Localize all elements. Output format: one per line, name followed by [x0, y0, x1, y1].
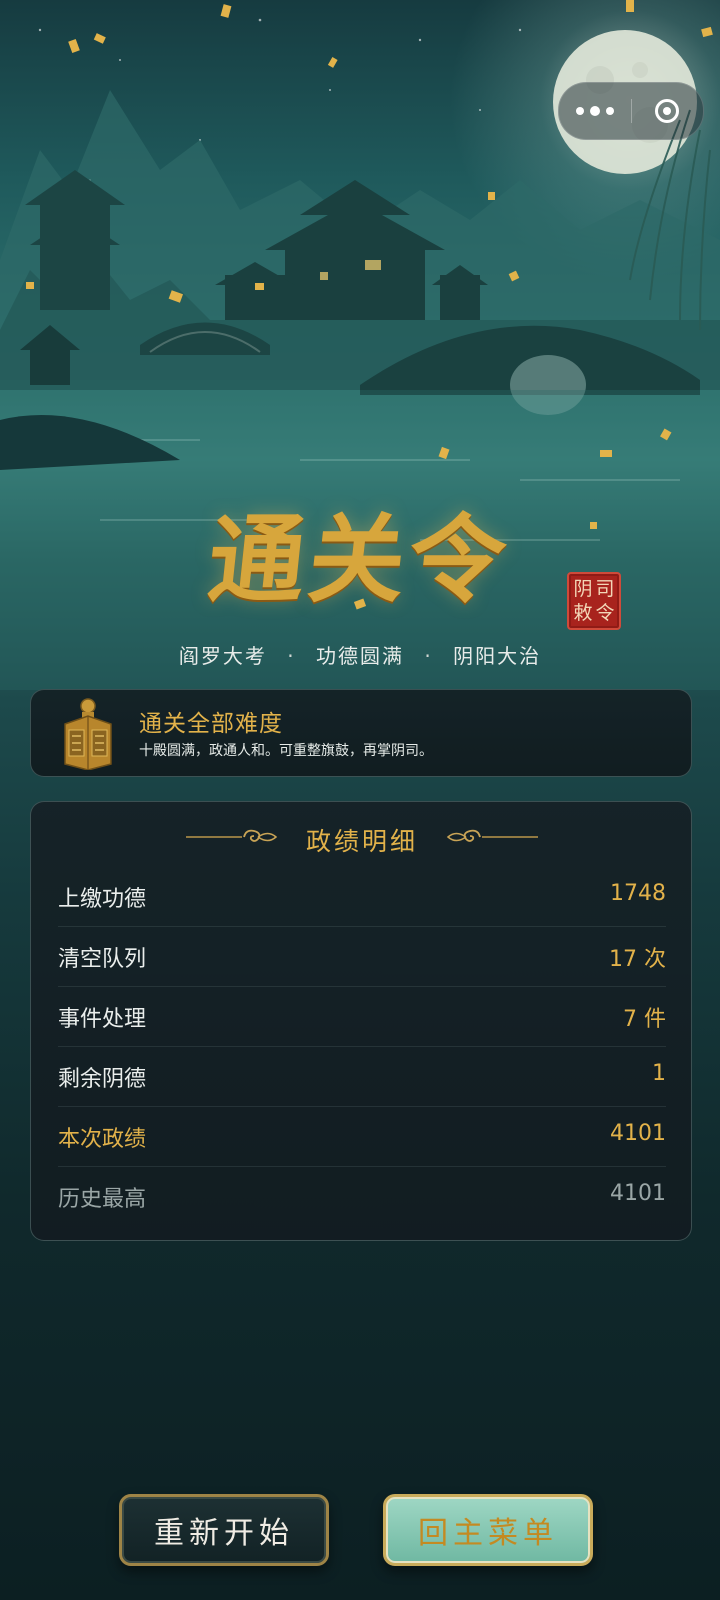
stat-value: 7 件: [623, 1007, 666, 1032]
stat-label: 历史最高: [58, 1187, 147, 1212]
main-menu-button[interactable]: 回主菜单: [383, 1494, 593, 1566]
stats-header: 政绩明细: [31, 816, 693, 860]
stat-value: 1: [652, 1061, 666, 1086]
banner-description: 十殿圆满，政通人和。可重整旗鼓，再掌阴司。: [139, 743, 433, 759]
stat-row: 剩余阴德 1: [58, 1046, 666, 1107]
subtitle-part: 功德圆满: [316, 644, 404, 668]
stat-row: 清空队列 17 次: [58, 926, 666, 987]
close-circle-icon[interactable]: [631, 83, 703, 139]
subtitle-separator: ·: [287, 644, 296, 668]
stat-value: 1748: [610, 881, 666, 906]
subtitle-part: 阴阳大治: [453, 644, 542, 668]
stat-row-best-score: 历史最高 4101: [58, 1166, 666, 1226]
stat-row: 事件处理 7 件: [58, 986, 666, 1047]
stat-row: 上缴功德 1748: [58, 866, 666, 927]
banner-title: 通关全部难度: [139, 711, 283, 737]
seal-stamp: 阴 司 敕 令: [567, 572, 621, 630]
seal-char: 司: [595, 578, 615, 600]
stat-label: 事件处理: [58, 1007, 147, 1032]
restart-button[interactable]: 重新开始: [119, 1494, 329, 1566]
capsule-menu: [558, 82, 704, 140]
stats-title: 政绩明细: [305, 827, 418, 856]
stat-value: 4101: [610, 1181, 666, 1206]
more-dots-icon[interactable]: [559, 83, 631, 139]
achievement-banner: 通关全部难度 十殿圆满，政通人和。可重整旗鼓，再掌阴司。: [30, 689, 692, 777]
subtitle: 阎罗大考 · 功德圆满 · 阴阳大治: [0, 640, 720, 669]
stat-label: 上缴功德: [58, 887, 147, 912]
stat-label: 清空队列: [58, 947, 147, 972]
lantern-icon: [64, 698, 112, 770]
seal-char: 阴: [573, 578, 593, 600]
seal-char: 敕: [573, 602, 593, 624]
stats-panel: 政绩明细 上缴功德 1748 清空队列 17 次 事件处理 7 件 剩余阴德 1…: [30, 801, 692, 1241]
stat-value: 4101: [610, 1121, 666, 1146]
stat-label: 本次政绩: [58, 1127, 147, 1152]
subtitle-separator: ·: [424, 644, 433, 668]
cloud-ornament-icon: [446, 829, 538, 842]
stat-value: 17 次: [609, 947, 666, 972]
stat-label: 剩余阴德: [58, 1067, 147, 1092]
seal-char: 令: [595, 602, 615, 624]
subtitle-part: 阎罗大考: [178, 644, 267, 668]
stat-row-current-score: 本次政绩 4101: [58, 1106, 666, 1167]
